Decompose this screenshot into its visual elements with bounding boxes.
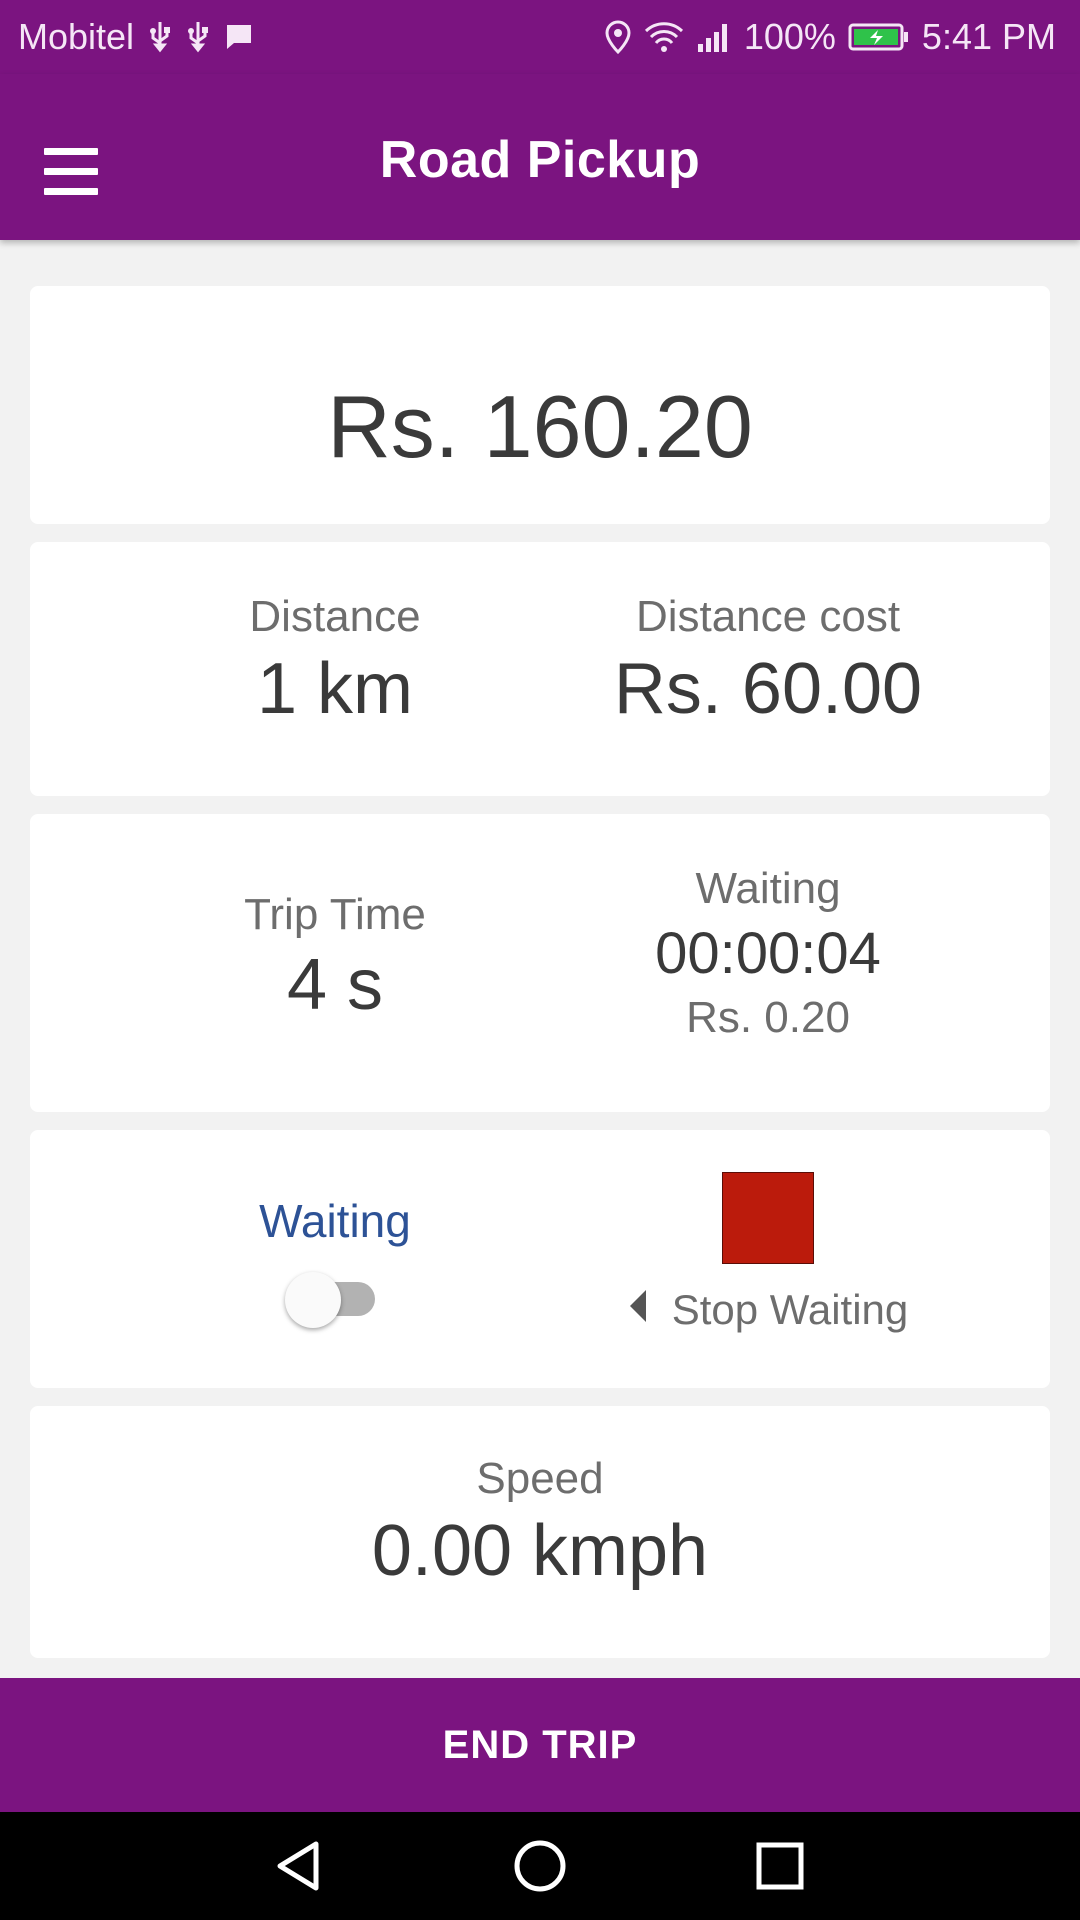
wifi-icon bbox=[644, 21, 684, 53]
distance-label: Distance bbox=[249, 592, 421, 641]
waiting-toggle-label: Waiting bbox=[259, 1195, 411, 1247]
waiting-time-label: Waiting bbox=[695, 864, 841, 913]
stop-waiting-label: Stop Waiting bbox=[671, 1286, 909, 1333]
time-card: Trip Time 4 s Waiting 00:00:04 Rs. 0.20 bbox=[30, 814, 1050, 1112]
distance-card: Distance 1 km Distance cost Rs. 60.00 bbox=[30, 542, 1050, 796]
recents-icon[interactable] bbox=[750, 1836, 810, 1896]
location-icon bbox=[604, 20, 632, 54]
carrier-name: Mobitel bbox=[18, 16, 135, 57]
total-fare-card: Rs. 160.20 bbox=[30, 286, 1050, 524]
back-icon[interactable] bbox=[270, 1836, 330, 1896]
waiting-cost-value: Rs. 0.20 bbox=[686, 993, 850, 1042]
trip-time-value: 4 s bbox=[286, 945, 384, 1025]
battery-charging-icon bbox=[848, 22, 910, 52]
stop-waiting-row: Stop Waiting bbox=[558, 1286, 978, 1334]
status-bar: Mobitel 100% 5:41 PM bbox=[0, 0, 1080, 74]
waiting-time-column: Waiting 00:00:04 Rs. 0.20 bbox=[558, 864, 978, 1043]
toggle-thumb bbox=[285, 1272, 341, 1328]
waiting-control-card: Waiting Stop Waiting bbox=[30, 1130, 1050, 1388]
distance-value: 1 km bbox=[256, 649, 414, 729]
caret-left-icon bbox=[628, 1286, 648, 1334]
signal-icon bbox=[696, 22, 732, 52]
message-icon bbox=[224, 22, 254, 52]
home-icon[interactable] bbox=[510, 1836, 570, 1896]
page-title: Road Pickup bbox=[379, 131, 701, 189]
app-bar: Road Pickup bbox=[0, 74, 1080, 240]
end-trip-button[interactable]: END TRIP bbox=[0, 1678, 1080, 1812]
waiting-time-value: 00:00:04 bbox=[655, 921, 881, 986]
stop-waiting-column: Stop Waiting bbox=[558, 1172, 978, 1334]
waiting-toggle-switch[interactable] bbox=[285, 1268, 385, 1328]
trip-time-label: Trip Time bbox=[244, 890, 426, 939]
clock: 5:41 PM bbox=[921, 16, 1056, 57]
distance-cost-column: Distance cost Rs. 60.00 bbox=[558, 592, 978, 730]
total-fare-value: Rs. 160.20 bbox=[327, 377, 753, 476]
speed-label: Speed bbox=[476, 1454, 604, 1503]
usb-icon bbox=[186, 20, 210, 54]
distance-column: Distance 1 km bbox=[125, 592, 545, 730]
trip-time-column: Trip Time 4 s bbox=[125, 890, 545, 1026]
waiting-toggle-column: Waiting bbox=[125, 1194, 545, 1328]
battery-percent: 100% bbox=[743, 16, 836, 57]
speed-value: 0.00 kmph bbox=[371, 1511, 709, 1591]
usb-icon bbox=[148, 20, 172, 54]
system-nav-bar bbox=[0, 1812, 1080, 1920]
stop-waiting-button[interactable] bbox=[722, 1172, 814, 1264]
distance-cost-label: Distance cost bbox=[635, 592, 901, 641]
distance-cost-value: Rs. 60.00 bbox=[613, 649, 923, 729]
speed-column: Speed 0.00 kmph bbox=[30, 1454, 1050, 1592]
speed-card: Speed 0.00 kmph bbox=[30, 1406, 1050, 1658]
